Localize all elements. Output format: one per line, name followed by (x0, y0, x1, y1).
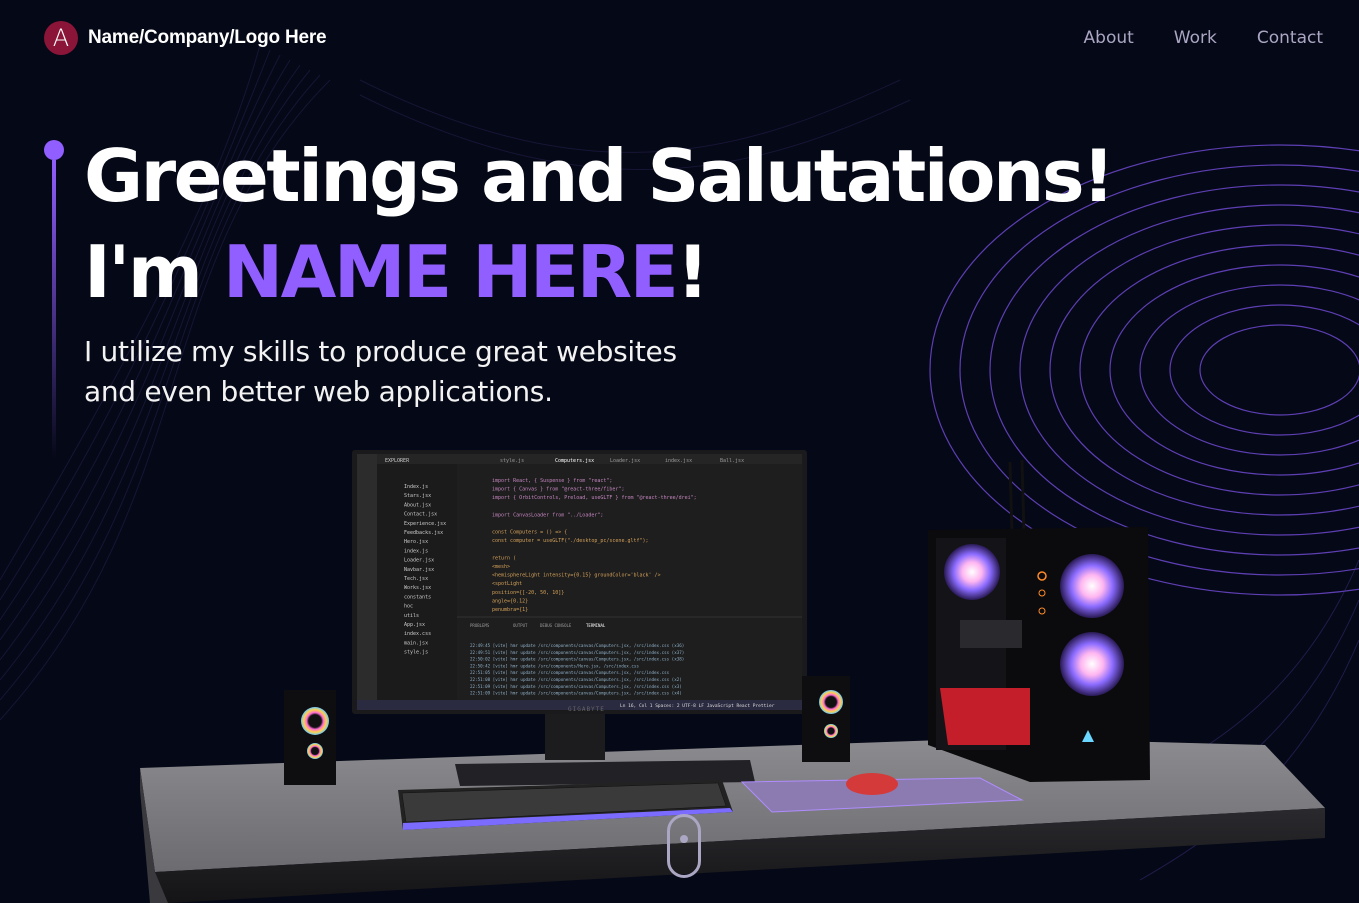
hero-name: NAME HERE (222, 230, 679, 314)
code-line: <mesh> (492, 564, 510, 570)
explorer-file: App.jsx (404, 622, 425, 628)
navbar: A Name/Company/Logo Here About Work Cont… (0, 0, 1359, 76)
monitor-brand: GIGABYTE (568, 706, 605, 713)
panel-tab: PROBLEMS (470, 623, 490, 628)
code-line: const Computers = () => { (492, 530, 567, 536)
explorer-file: Feedbacks.jsx (404, 530, 443, 536)
code-line: import { Canvas } from "@react-three/fib… (492, 487, 624, 493)
panel-tab: TERMINAL (586, 623, 606, 628)
explorer-file: constants (404, 594, 431, 600)
scroll-mouse-icon[interactable] (667, 814, 701, 878)
hero-subtitle-line2: and even better web applications. (84, 375, 553, 408)
code-line: import CanvasLoader from "../Loader"; (492, 512, 603, 518)
explorer-file: Hero.jsx (404, 539, 428, 545)
pc-tower (928, 459, 1150, 782)
explorer-file: style.js (404, 650, 428, 656)
explorer-file: index.js (404, 548, 428, 554)
code-line: return ( (492, 555, 516, 561)
nav-link-about[interactable]: About (1084, 28, 1134, 48)
code-line: import React, { Suspense } from "react"; (492, 478, 612, 484)
explorer-file: Loader.jsx (404, 558, 434, 564)
panel-tab: OUTPUT (513, 623, 528, 628)
terminal-line: 22:51:09 [vite] hmr update /src/componen… (470, 691, 682, 696)
terminal-line: 22:51:08 [vite] hmr update /src/componen… (470, 677, 682, 682)
editor-tab: style.js (500, 458, 524, 464)
terminal-line: 22:51:09 [vite] hmr update /src/componen… (470, 684, 682, 689)
speaker-right (802, 676, 850, 762)
explorer-file: index.css (404, 631, 431, 637)
code-line: const computer = useGLTF("./desktop_pc/s… (492, 538, 649, 544)
panel-tab: DEBUG CONSOLE (540, 623, 572, 628)
code-line: <hemisphereLight intensity={0.15} ground… (492, 573, 661, 579)
hero-subtitle-line1: I utilize my skills to produce great web… (84, 335, 677, 368)
explorer-title: EXPLORER (385, 458, 410, 464)
explorer-file: Tech.jsx (404, 576, 428, 582)
hero-title: Greetings and Salutations! I'm NAME HERE… (84, 128, 1115, 320)
explorer-file: main.jsx (404, 640, 428, 646)
monitor-neck (545, 714, 605, 760)
brand-link[interactable]: A Name/Company/Logo Here (44, 21, 327, 55)
explorer-file: utils (404, 613, 419, 619)
logo-letter-icon: A (44, 21, 78, 55)
hero-title-suffix: ! (676, 230, 709, 314)
hero-subtitle: I utilize my skills to produce great web… (84, 332, 744, 412)
editor-tab: Ball.jsx (720, 458, 744, 464)
editor-tab: Loader.jsx (610, 458, 640, 464)
computer-mouse (846, 773, 898, 795)
hero-accent-bar (52, 160, 56, 460)
hero-title-prefix: I'm (84, 230, 223, 314)
editor-sidebar (357, 454, 377, 710)
scroll-dot (680, 835, 688, 843)
explorer-file: Contact.jsx (404, 512, 437, 518)
nav-link-work[interactable]: Work (1174, 28, 1217, 48)
explorer-file: Index.js (404, 484, 428, 490)
explorer-file: hoc (404, 604, 413, 610)
brand-name: Name/Company/Logo Here (88, 27, 327, 48)
editor-tab: index.jsx (665, 458, 692, 464)
terminal-line: 22:49:45 [vite] hmr update /src/componen… (470, 643, 684, 648)
code-line: angle={0.12} (492, 598, 528, 604)
code-line: <spotLight (492, 581, 522, 587)
speaker-left (284, 690, 336, 785)
nav-links: About Work Contact (1084, 28, 1323, 48)
explorer-file: Navbar.jsx (404, 567, 434, 573)
terminal-line: 22:49:51 [vite] hmr update /src/componen… (470, 650, 684, 655)
code-line: import { OrbitControls, Preload, useGLTF… (492, 495, 697, 501)
status-bar-text: Ln 16, Col 1 Spaces: 2 UTF-8 LF JavaScri… (620, 703, 775, 709)
editor-explorer (377, 464, 457, 700)
hero-title-line1: Greetings and Salutations! (84, 134, 1115, 218)
editor-tab: Computers.jsx (555, 458, 594, 464)
code-line: position={[-20, 50, 10]} (492, 590, 564, 596)
explorer-file: About.jsx (404, 502, 431, 508)
explorer-file: Works.jsx (404, 585, 431, 591)
hero-accent-dot (44, 140, 64, 160)
nav-link-contact[interactable]: Contact (1257, 28, 1323, 48)
explorer-file: Experience.jsx (404, 521, 446, 527)
code-line: penumbra={1} (492, 607, 528, 613)
terminal-line: 22:50:42 [vite] hmr update /src/componen… (470, 663, 639, 668)
hero-accent-line (44, 140, 64, 460)
explorer-file: Stars.jsx (404, 493, 431, 499)
terminal-output: 22:49:45 [vite] hmr update /src/componen… (470, 643, 684, 696)
terminal-line: 22:50:02 [vite] hmr update /src/componen… (470, 657, 684, 662)
terminal-line: 22:51:05 [vite] hmr update /src/componen… (470, 670, 670, 675)
